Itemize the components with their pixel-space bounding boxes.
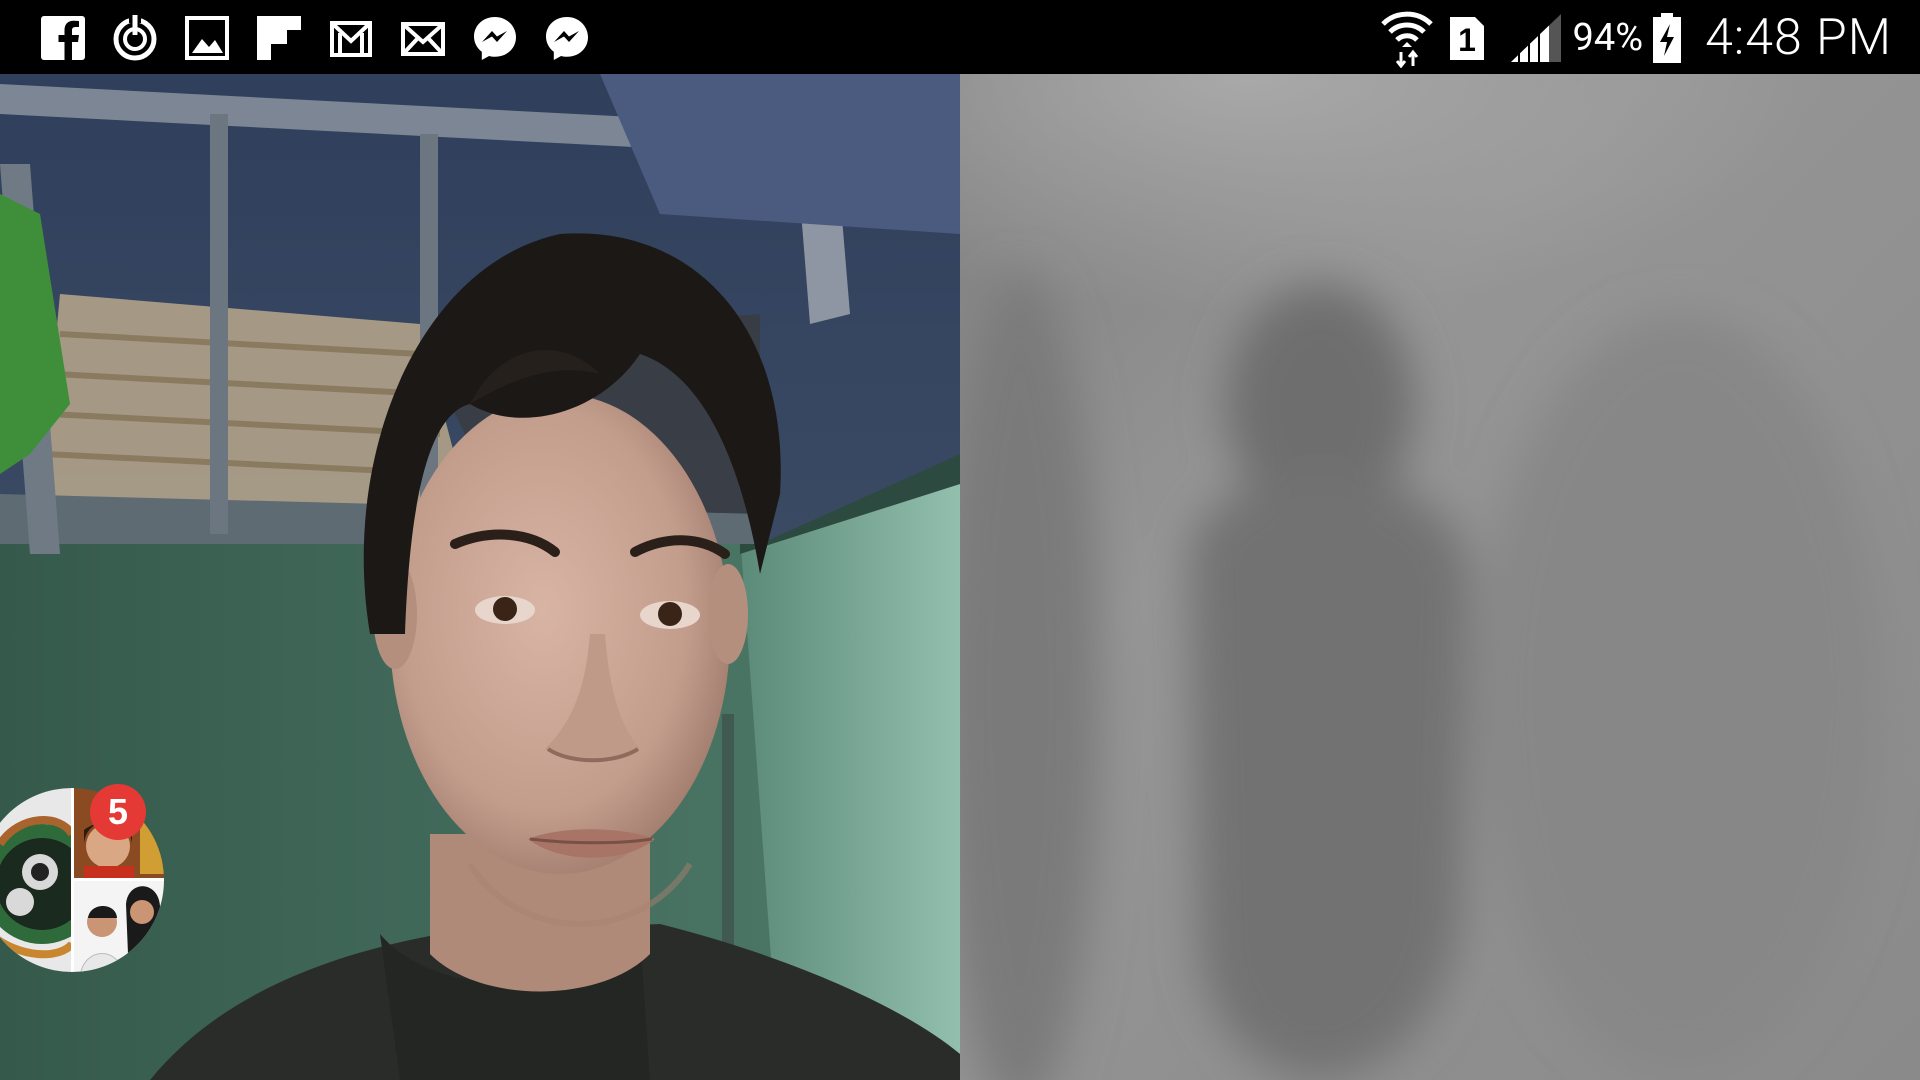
flipboard-icon xyxy=(252,11,306,65)
signal-strength-icon xyxy=(1509,12,1563,64)
gmail-icon xyxy=(324,11,378,65)
sim-card-icon: 1 xyxy=(1447,13,1487,63)
status-bar-clock: 4:48 PM xyxy=(1705,9,1892,67)
android-screen: 1 94% 4:48 PM 5 xyxy=(0,0,1920,1080)
notification-icons xyxy=(36,11,612,65)
sim-slot-label: 1 xyxy=(1458,22,1476,58)
messenger-icon-2 xyxy=(540,11,594,65)
remote-video-feed[interactable] xyxy=(960,74,1920,1080)
facebook-icon xyxy=(36,11,90,65)
battery-charging-icon xyxy=(1651,12,1683,64)
messenger-icon xyxy=(468,11,522,65)
status-bar: 1 94% 4:48 PM xyxy=(0,0,1920,74)
battery-percentage: 94% xyxy=(1572,16,1644,60)
email-icon xyxy=(396,11,450,65)
system-icons: 1 94% 4:48 PM xyxy=(1379,8,1892,68)
messenger-chat-head[interactable]: 5 xyxy=(0,784,168,976)
gallery-icon xyxy=(180,11,234,65)
remote-camera-image xyxy=(960,74,1920,1080)
power-icon xyxy=(108,11,162,65)
wifi-icon xyxy=(1379,8,1435,68)
unread-count-badge: 5 xyxy=(90,784,146,840)
